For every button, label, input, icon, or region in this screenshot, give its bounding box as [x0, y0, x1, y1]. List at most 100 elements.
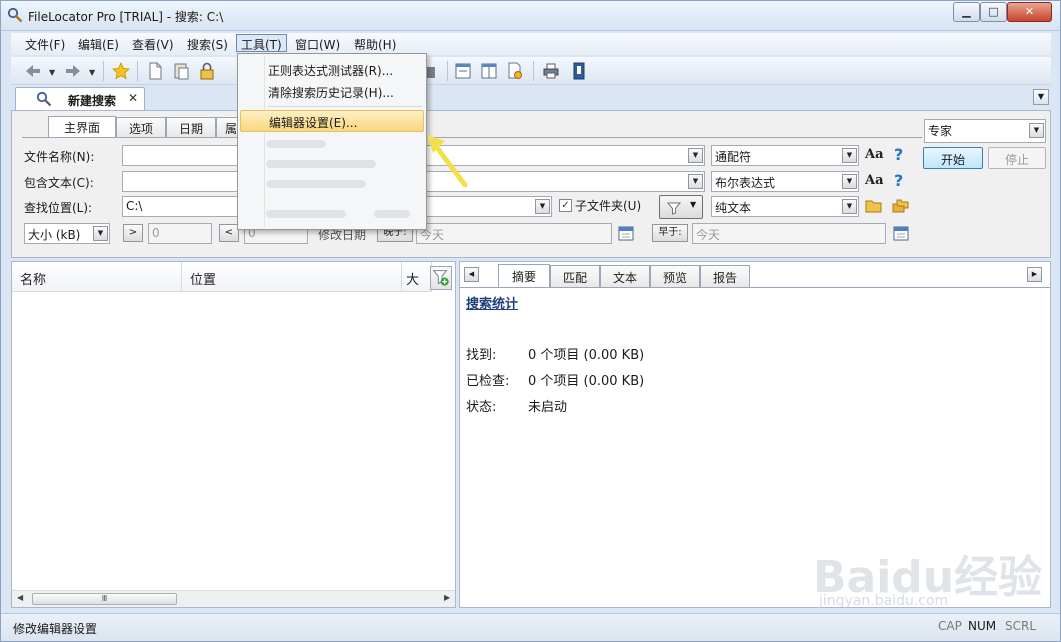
menu-item-clear-history[interactable]: 清除搜索历史记录(H)... — [240, 81, 424, 103]
scroll-lock-indicator: SCRL — [1005, 619, 1037, 633]
results-list[interactable]: 名称 位置 大小 ◀ Ⅲ ▶ — [11, 261, 456, 608]
forward-dropdown-icon[interactable]: ▼ — [89, 68, 95, 77]
menu-file[interactable]: 文件(F) — [21, 35, 69, 53]
title-bar: FileLocator Pro [TRIAL] - 搜索: C:\ ▁ □ ✕ — [1, 1, 1060, 31]
tools-dropdown-menu: 正则表达式测试器(R)... 清除搜索历史记录(H)... 编辑器设置(E)..… — [237, 53, 427, 230]
chevron-down-icon[interactable]: ▼ — [842, 199, 857, 214]
calendar-button[interactable] — [617, 224, 635, 242]
minimize-icon: ▁ — [962, 5, 971, 18]
match-case-text-button[interactable]: Aa — [865, 173, 884, 188]
file-name-mode-select[interactable]: 通配符 ▼ — [711, 145, 859, 166]
settings-button[interactable] — [505, 61, 525, 81]
split-view-button[interactable] — [479, 61, 499, 81]
chevron-down-icon[interactable]: ▼ — [1033, 89, 1049, 105]
match-case-file-button[interactable]: Aa — [865, 147, 884, 162]
print-button[interactable] — [541, 61, 561, 81]
lock-icon — [200, 62, 214, 80]
tab-scroll-left-icon[interactable]: ◀ — [464, 267, 479, 282]
folders-icon — [892, 199, 909, 213]
folder-list-button[interactable] — [892, 197, 910, 215]
chevron-down-icon[interactable]: ▼ — [1029, 123, 1044, 138]
column-size[interactable]: 大小 — [402, 262, 432, 292]
close-button[interactable]: ✕ — [1007, 2, 1052, 22]
minimize-button[interactable]: ▁ — [953, 2, 980, 22]
status-value: 未启动 — [528, 400, 568, 415]
back-dropdown-icon[interactable]: ▼ — [49, 68, 55, 77]
earlier-than-button[interactable]: 早于: — [652, 224, 688, 242]
back-button[interactable] — [23, 61, 43, 81]
calendar-button[interactable] — [892, 224, 910, 242]
help-book-button[interactable] — [569, 61, 589, 81]
start-button[interactable]: 开始 — [923, 147, 983, 169]
tab-new-search[interactable]: 新建搜索 ✕ — [15, 87, 145, 110]
menu-edit[interactable]: 编辑(E) — [74, 35, 123, 53]
size-less-button[interactable]: < — [219, 224, 239, 242]
chevron-down-icon[interactable]: ▼ — [688, 174, 703, 189]
tab-preview[interactable]: 预览 — [650, 265, 700, 287]
scroll-right-icon[interactable]: ▶ — [444, 593, 450, 602]
chevron-down-icon[interactable]: ▼ — [535, 199, 550, 214]
checked-value: 0 个项目 (0.00 KB) — [528, 374, 645, 389]
status-label: 状态: — [466, 400, 497, 415]
chevron-down-icon[interactable]: ▼ — [842, 174, 857, 189]
tab-close-icon[interactable]: ✕ — [128, 91, 138, 105]
tab-text[interactable]: 文本 — [600, 265, 650, 287]
maximize-button[interactable]: □ — [980, 2, 1007, 22]
menu-item-editor-settings[interactable]: 编辑器设置(E)... — [240, 110, 424, 132]
tab-matches[interactable]: 匹配 — [550, 265, 600, 287]
scrollbar-thumb[interactable]: Ⅲ — [32, 593, 177, 605]
open-search-button[interactable] — [197, 61, 217, 81]
size-min-input[interactable]: 0 — [148, 223, 212, 244]
menu-help[interactable]: 帮助(H) — [350, 35, 400, 53]
tab-scroll-right-icon[interactable]: ▶ — [1027, 267, 1042, 282]
menu-tools[interactable]: 工具(T) — [236, 34, 287, 52]
help-text-icon[interactable]: ? — [894, 171, 903, 190]
chevron-down-icon[interactable]: ▼ — [842, 148, 857, 163]
menu-window[interactable]: 窗口(W) — [291, 35, 344, 53]
column-location[interactable]: 位置 — [182, 262, 402, 292]
size-mode-select[interactable]: 大小 (kB) ▼ — [24, 223, 110, 244]
size-greater-button[interactable]: > — [123, 224, 143, 242]
later-than-input[interactable]: 今天 — [416, 223, 612, 244]
text-mode-select[interactable]: 布尔表达式 ▼ — [711, 171, 859, 192]
stop-button[interactable]: 停止 — [988, 147, 1046, 169]
earlier-than-input[interactable]: 今天 — [692, 223, 886, 244]
forward-button[interactable] — [63, 61, 83, 81]
menu-view[interactable]: 查看(V) — [128, 35, 178, 53]
star-icon — [112, 62, 130, 80]
calendar-icon — [618, 226, 634, 241]
column-name[interactable]: 名称 — [12, 262, 182, 292]
text-type-select[interactable]: 纯文本 ▼ — [711, 196, 859, 217]
tab-options[interactable]: 选项 — [116, 117, 166, 137]
new-search-button[interactable] — [145, 61, 165, 81]
look-in-value: C:\ — [126, 199, 143, 213]
document-gear-icon — [508, 62, 522, 79]
tab-report[interactable]: 报告 — [700, 265, 750, 287]
column-filter-button[interactable] — [430, 266, 452, 290]
chevron-down-icon[interactable]: ▼ — [688, 148, 703, 163]
help-file-icon[interactable]: ? — [894, 145, 903, 164]
tab-main[interactable]: 主界面 — [48, 116, 116, 137]
tab-summary[interactable]: 摘要 — [498, 264, 550, 288]
scroll-left-icon[interactable]: ◀ — [17, 593, 23, 602]
filter-dropdown-button[interactable]: ▼ — [659, 195, 703, 219]
layout-button[interactable] — [453, 61, 473, 81]
blurred-menu-shortcut — [374, 210, 410, 218]
toolbar-separator — [447, 61, 448, 81]
num-lock-indicator: NUM — [968, 619, 997, 633]
menu-item-regex-tester[interactable]: 正则表达式测试器(R)... — [240, 59, 424, 81]
subfolders-checkbox[interactable]: ✓ — [559, 199, 572, 212]
chevron-down-icon[interactable]: ▼ — [93, 226, 108, 241]
browse-folder-button[interactable] — [865, 197, 883, 215]
maximize-icon: □ — [988, 5, 999, 18]
horizontal-scrollbar[interactable]: ◀ Ⅲ ▶ — [12, 590, 455, 607]
found-value: 0 个项目 (0.00 KB) — [528, 348, 645, 363]
paste-button[interactable] — [171, 61, 191, 81]
favorites-button[interactable] — [111, 61, 131, 81]
mode-select[interactable]: 专家 ▼ — [924, 119, 1046, 143]
window-layout-icon — [455, 63, 471, 79]
book-icon — [573, 62, 585, 80]
tab-date[interactable]: 日期 — [166, 117, 216, 137]
menu-search[interactable]: 搜索(S) — [183, 35, 232, 53]
magnifier-icon — [36, 91, 52, 107]
